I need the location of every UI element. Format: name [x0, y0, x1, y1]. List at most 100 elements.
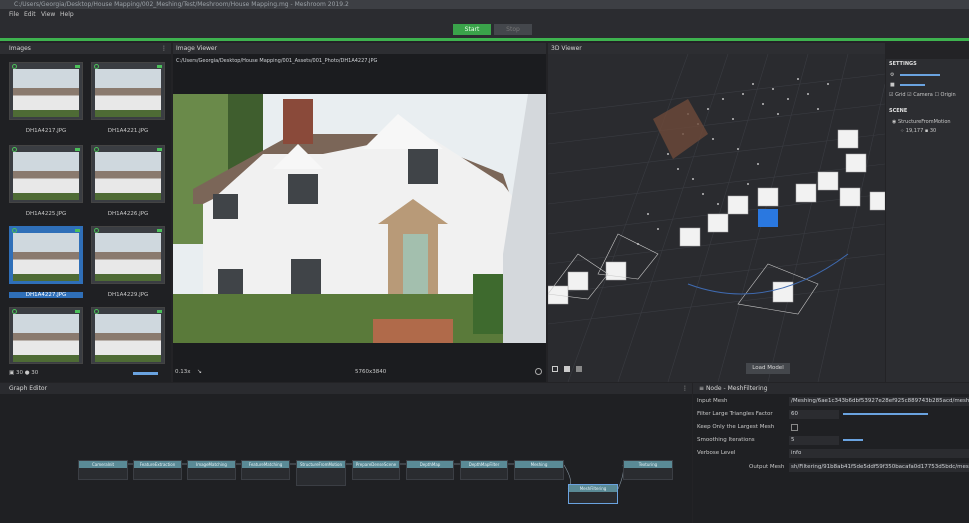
thumbnail[interactable] — [91, 307, 165, 364]
graph-node[interactable]: DepthMap — [406, 460, 454, 480]
node-title: FeatureMatching — [242, 461, 289, 468]
node-title: FeatureExtraction — [134, 461, 181, 468]
thumbnail[interactable] — [91, 62, 165, 120]
point-size-slider[interactable] — [900, 74, 940, 76]
smoothing-field[interactable]: 5 — [789, 436, 839, 445]
points-icon: ⁘ — [900, 128, 905, 134]
image-viewer-header: Image Viewer — [173, 43, 546, 54]
thumbnail[interactable] — [9, 62, 83, 120]
grid-checkbox[interactable]: ☑ — [889, 92, 893, 98]
menu-bar: File Edit View Help — [0, 9, 969, 22]
attribute-editor-header: ≡ Node - MeshFiltering — [693, 383, 969, 394]
graph-node[interactable]: ImageMatching — [187, 460, 236, 480]
load-model-button[interactable]: Load Model — [746, 363, 790, 374]
image-path: C:/Users/Georgia/Desktop/House Mapping/0… — [176, 58, 378, 64]
attribute-label: Smoothing Iterations — [697, 437, 755, 443]
attribute-editor-title: Node - MeshFiltering — [705, 385, 768, 392]
camera-icon — [75, 148, 80, 151]
thumbnail[interactable] — [9, 145, 83, 203]
filter-factor-field[interactable]: 60 — [789, 410, 839, 419]
node-title: ImageMatching — [188, 461, 235, 468]
textured-icon[interactable] — [576, 366, 582, 372]
keep-largest-checkbox[interactable] — [791, 424, 798, 431]
3d-viewer-header: 3D Viewer — [548, 43, 885, 54]
verbose-level-select[interactable]: info — [789, 449, 969, 458]
bbox-icon[interactable] — [552, 366, 558, 372]
grid-label: Grid — [895, 92, 906, 98]
graph-node-selected[interactable]: MeshFiltering — [568, 484, 618, 504]
node-title: Texturing — [624, 461, 672, 468]
graph-node[interactable]: FeatureMatching — [241, 460, 290, 480]
image-count-footer: ▣ 30 ● 30 — [9, 370, 38, 376]
graph-node[interactable]: PrepareDenseScene — [352, 460, 400, 480]
camera-icon — [75, 229, 80, 232]
window-title: C:/Users/Georgia/Desktop/House Mapping/0… — [14, 1, 349, 8]
menu-edit[interactable]: Edit — [24, 11, 36, 18]
camera-scale-icon: ■ — [890, 82, 895, 88]
graph-node[interactable]: StructureFromMotion — [296, 460, 346, 486]
photo-preview — [95, 152, 161, 200]
ruler-icon[interactable]: ↘ — [197, 368, 202, 375]
graph-node[interactable]: CameraInit — [78, 460, 128, 480]
thumbnail[interactable] — [9, 307, 83, 364]
attribute-label: Input Mesh — [697, 398, 728, 404]
attribute-row: Smoothing Iterations 5 — [693, 435, 969, 446]
start-button[interactable]: Start — [453, 24, 491, 35]
stop-button[interactable]: Stop — [494, 24, 532, 35]
input-mesh-field[interactable]: /Meshing/6ae1c343b6dbf53927e28ef925c8897… — [789, 397, 969, 406]
graph-node[interactable]: DepthMapFilter — [460, 460, 508, 480]
point-size-icon: ⚙ — [890, 72, 895, 78]
attribute-row: Input Mesh/Meshing/6ae1c343b6dbf53927e28… — [693, 396, 969, 407]
solid-icon[interactable] — [564, 366, 570, 372]
image-count: 30 — [15, 370, 23, 376]
graph-node[interactable]: Texturing — [623, 460, 673, 480]
menu-icon[interactable]: ≡ — [699, 385, 706, 392]
camera-scale-slider[interactable] — [900, 84, 925, 86]
node-title: StructureFromMotion — [297, 461, 345, 468]
camera-checkbox[interactable]: ☑ — [907, 92, 911, 98]
thumbnail[interactable] — [91, 145, 165, 203]
photo-preview — [13, 152, 79, 200]
more-icon[interactable]: ⋮ — [161, 43, 167, 54]
point-cloud-view — [548, 54, 885, 382]
settings-panel: SETTINGS ⚙ ■ ☑ Grid ☑ Camera ☐ Origin SC… — [886, 59, 969, 382]
filter-factor-slider[interactable] — [843, 413, 928, 415]
smoothing-slider[interactable] — [843, 439, 863, 441]
camera-label: Camera — [913, 92, 933, 98]
metadata-icon[interactable] — [535, 368, 542, 375]
images-panel-title: Images — [9, 45, 31, 52]
output-mesh-field[interactable]: sh/Filtering/91b8ab41f5de5ddf59f350bacaf… — [789, 463, 969, 472]
scene-cameras: 30 — [929, 128, 937, 134]
scene-stats: ⁘ 19,177 ▪ 30 — [900, 128, 936, 134]
image-resolution: 5760x3840 — [355, 369, 387, 375]
photo-preview — [13, 69, 79, 117]
attribute-label: Output Mesh — [749, 464, 785, 470]
thumbnail[interactable] — [91, 226, 165, 284]
photo-preview — [13, 233, 79, 281]
node-title: PrepareDenseScene — [353, 461, 399, 468]
menu-file[interactable]: File — [9, 11, 19, 18]
3d-viewer-title: 3D Viewer — [551, 45, 582, 52]
camera-count: 30 — [31, 370, 39, 376]
node-title: Meshing — [515, 461, 563, 468]
menu-view[interactable]: View — [41, 11, 55, 18]
house-photo[interactable] — [173, 94, 546, 343]
3d-viewer-panel[interactable]: 3D Viewer — [548, 43, 885, 382]
graph-node[interactable]: FeatureExtraction — [133, 460, 182, 480]
node-title: DepthMapFilter — [461, 461, 507, 468]
scene-item[interactable]: ◉ StructureFromMotion — [892, 119, 951, 125]
menu-help[interactable]: Help — [60, 11, 74, 18]
title-bar: C:/Users/Georgia/Desktop/House Mapping/0… — [0, 0, 969, 9]
thumbnail-selected[interactable] — [9, 226, 83, 284]
visibility-icon[interactable]: ◉ — [892, 119, 896, 125]
photo-preview — [95, 314, 161, 362]
camera-icon — [157, 310, 162, 313]
progress-bar — [0, 38, 969, 41]
scene-item-label: StructureFromMotion — [897, 119, 951, 125]
graph-node[interactable]: Meshing — [514, 460, 564, 480]
node-title: DepthMap — [407, 461, 453, 468]
origin-checkbox[interactable]: ☐ — [934, 92, 938, 98]
attribute-row: Keep Only the Largest Mesh — [693, 422, 969, 433]
thumbnail-label: DH1A4226.JPG — [107, 211, 149, 217]
thumbnail-size-slider[interactable] — [133, 372, 158, 375]
